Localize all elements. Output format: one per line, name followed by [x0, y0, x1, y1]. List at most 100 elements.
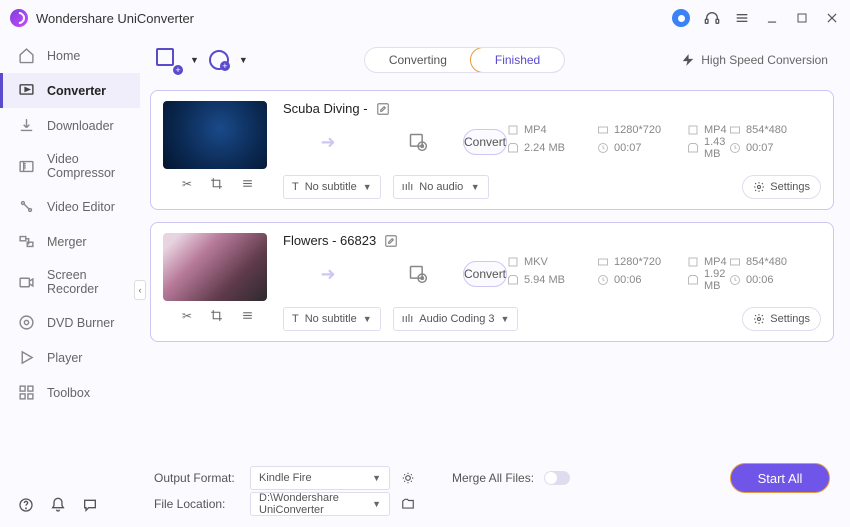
window-close[interactable]	[824, 10, 840, 26]
headset-icon[interactable]	[704, 10, 720, 26]
dst-format: MP4	[704, 124, 727, 136]
bolt-icon	[681, 53, 695, 67]
edit-title-icon[interactable]	[376, 102, 390, 116]
sidebar-item-label: Video Editor	[47, 200, 115, 214]
settings-button[interactable]: Settings	[742, 175, 821, 199]
file-title: Flowers - 66823	[283, 233, 376, 248]
edit-title-icon[interactable]	[384, 234, 398, 248]
sidebar-item-recorder[interactable]: Screen Recorder	[0, 259, 140, 305]
trim-icon[interactable]: ✂	[182, 309, 192, 331]
src-duration: 00:06	[614, 274, 642, 286]
audio-select[interactable]: ıılıNo audio▼	[393, 175, 489, 199]
dst-duration: 00:07	[746, 142, 774, 154]
menu-icon[interactable]	[734, 10, 750, 26]
subtitle-icon: T	[292, 313, 299, 325]
sidebar-item-player[interactable]: Player	[0, 340, 140, 375]
merge-label: Merge All Files:	[452, 471, 534, 485]
sidebar-item-home[interactable]: Home	[0, 38, 140, 73]
audio-icon: ıılı	[402, 313, 414, 325]
subtitle-select[interactable]: TNo subtitle▼	[283, 175, 381, 199]
crop-icon[interactable]	[210, 309, 223, 331]
sidebar-item-toolbox[interactable]: Toolbox	[0, 375, 140, 410]
output-format-select[interactable]: Kindle Fire▼	[250, 466, 390, 490]
sidebar-item-downloader[interactable]: Downloader	[0, 108, 140, 143]
sidebar-collapse-toggle[interactable]: ‹	[134, 280, 146, 300]
grid-icon	[18, 384, 35, 401]
main-panel: ‹ + ▼ + ▼ Converting Finished High Speed…	[140, 36, 850, 527]
add-file-button[interactable]: +	[156, 48, 180, 72]
arrow-icon: ➜	[283, 132, 373, 153]
sidebar-item-label: Toolbox	[47, 386, 90, 400]
resolution-icon	[729, 124, 741, 136]
disc-icon	[18, 314, 35, 331]
gear-icon	[753, 181, 765, 193]
duration-icon	[597, 142, 609, 154]
user-avatar[interactable]	[672, 9, 690, 27]
file-location-label: File Location:	[154, 497, 240, 511]
file-location-select[interactable]: D:\Wondershare UniConverter▼	[250, 492, 390, 516]
src-resolution: 1280*720	[614, 256, 661, 268]
sidebar-item-editor[interactable]: Video Editor	[0, 189, 140, 224]
download-icon	[18, 117, 35, 134]
more-icon[interactable]	[241, 309, 254, 331]
sidebar-item-label: Home	[47, 49, 80, 63]
high-speed-label: High Speed Conversion	[701, 53, 828, 67]
add-url-button[interactable]: +	[209, 50, 229, 70]
feedback-icon[interactable]	[82, 497, 98, 513]
format-icon	[687, 256, 699, 268]
more-icon[interactable]	[241, 177, 254, 199]
duration-icon	[729, 274, 741, 286]
convert-button[interactable]: Convert	[463, 261, 507, 287]
format-icon	[507, 124, 519, 136]
audio-select[interactable]: ıılıAudio Coding 3▼	[393, 307, 519, 331]
start-all-button[interactable]: Start All	[730, 463, 830, 493]
dst-resolution: 854*480	[746, 124, 787, 136]
app-logo	[10, 9, 28, 27]
video-thumbnail[interactable]	[163, 101, 267, 169]
trim-icon[interactable]: ✂	[182, 177, 192, 199]
sidebar-item-label: Player	[47, 351, 82, 365]
format-icon	[687, 124, 699, 136]
src-format: MP4	[524, 124, 547, 136]
crop-icon[interactable]	[210, 177, 223, 199]
sidebar-item-dvd[interactable]: DVD Burner	[0, 305, 140, 340]
src-format: MKV	[524, 256, 548, 268]
merger-icon	[18, 233, 35, 250]
bottom-bar: Output Format: Kindle Fire▼ Merge All Fi…	[150, 459, 834, 517]
help-icon[interactable]	[18, 497, 34, 513]
open-folder-icon[interactable]	[400, 496, 416, 512]
add-url-caret[interactable]: ▼	[239, 55, 248, 65]
status-tabs: Converting Finished	[364, 47, 565, 73]
sidebar-item-converter[interactable]: Converter	[0, 73, 140, 108]
home-icon	[18, 47, 35, 64]
size-icon	[507, 142, 519, 154]
output-settings-icon[interactable]	[373, 264, 463, 284]
merge-toggle[interactable]	[544, 471, 570, 485]
src-size: 5.94 MB	[524, 274, 565, 286]
output-format-settings-icon[interactable]	[400, 470, 416, 486]
tab-converting[interactable]: Converting	[365, 48, 471, 72]
compressor-icon	[18, 158, 35, 175]
sidebar-item-merger[interactable]: Merger	[0, 224, 140, 259]
dst-size: 1.92 MB	[704, 268, 729, 292]
bell-icon[interactable]	[50, 497, 66, 513]
high-speed-toggle[interactable]: High Speed Conversion	[681, 53, 828, 67]
video-thumbnail[interactable]	[163, 233, 267, 301]
recorder-icon	[18, 274, 35, 291]
resolution-icon	[597, 256, 609, 268]
tab-finished[interactable]: Finished	[470, 47, 565, 73]
sidebar-item-label: Downloader	[47, 119, 114, 133]
sidebar-item-compressor[interactable]: Video Compressor	[0, 143, 140, 189]
output-settings-icon[interactable]	[373, 132, 463, 152]
convert-button[interactable]: Convert	[463, 129, 507, 155]
src-size: 2.24 MB	[524, 142, 565, 154]
sidebar-item-label: Merger	[47, 235, 87, 249]
file-card: Flowers - 66823 MKV 1280*720 ➜ MP4 854*4…	[150, 222, 834, 342]
subtitle-select[interactable]: TNo subtitle▼	[283, 307, 381, 331]
settings-button[interactable]: Settings	[742, 307, 821, 331]
window-maximize[interactable]	[794, 10, 810, 26]
dst-size: 1.43 MB	[704, 136, 729, 160]
add-file-caret[interactable]: ▼	[190, 55, 199, 65]
window-minimize[interactable]	[764, 10, 780, 26]
app-name: Wondershare UniConverter	[36, 11, 194, 26]
